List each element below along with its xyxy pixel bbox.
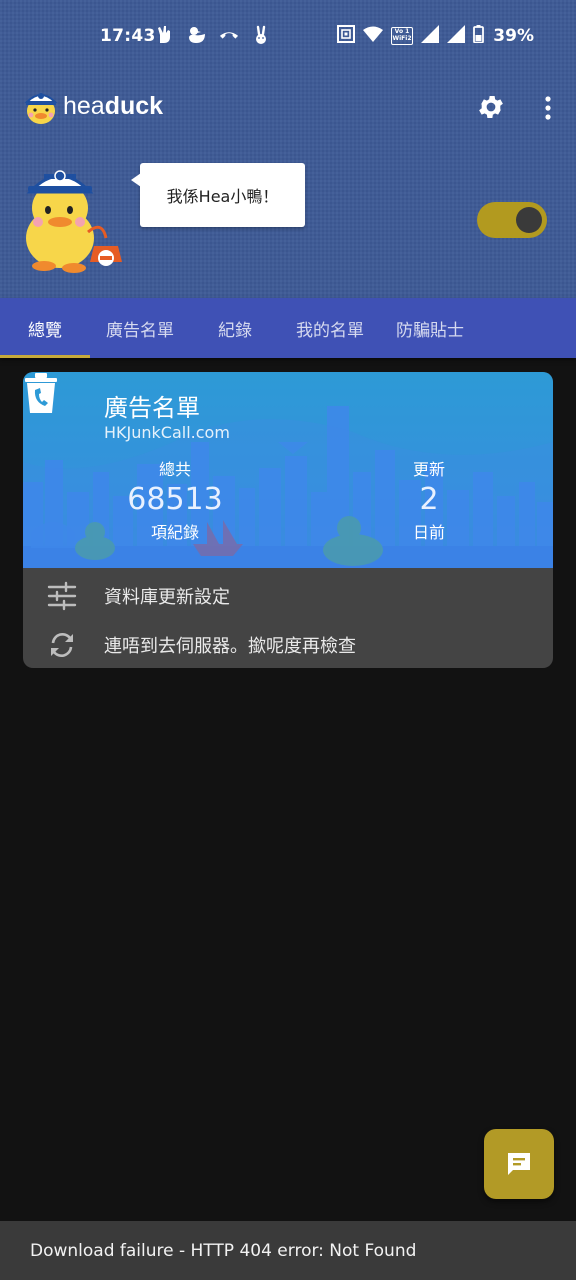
total-label: 總共 xyxy=(158,460,191,479)
app-title-bold: duck xyxy=(104,92,164,120)
tab-label: 總覽 xyxy=(28,320,62,341)
duck-logo-icon xyxy=(24,93,58,124)
phone-hangup-icon xyxy=(219,25,239,45)
sliders-icon xyxy=(47,581,77,611)
tab-ad-list[interactable]: 廣告名單 xyxy=(90,298,190,358)
tab-label: 我的名單 xyxy=(296,320,364,341)
protection-toggle[interactable] xyxy=(477,202,547,238)
tab-label: 紀錄 xyxy=(218,320,252,341)
vowifi-label-top: Vo 1 xyxy=(394,28,410,35)
settings-gear-icon[interactable] xyxy=(476,92,506,122)
battery-percent: 39% xyxy=(493,26,534,46)
feedback-icon xyxy=(508,1153,530,1175)
system-icons: Vo 1 WiFi2 xyxy=(337,25,484,47)
app-bar: headuck xyxy=(0,80,576,136)
total-value: 68513 xyxy=(127,482,223,517)
notification-icons xyxy=(155,25,271,45)
vowifi-label-bottom: WiFi2 xyxy=(392,35,412,42)
signal-icon xyxy=(421,25,439,47)
total-records-stat: 總共 68513 項紀錄 xyxy=(123,456,227,543)
update-value: 2 xyxy=(419,482,439,517)
row-label: 連唔到去伺服器。撳呢度再檢查 xyxy=(104,636,356,657)
server-connection-retry[interactable]: 連唔到去伺服器。撳呢度再檢查 xyxy=(23,621,553,668)
duck-icon xyxy=(187,25,207,45)
total-unit: 項紀錄 xyxy=(150,523,199,542)
rabbit-icon xyxy=(251,25,271,45)
database-update-settings[interactable]: 資料庫更新設定 xyxy=(23,572,553,620)
tab-records[interactable]: 紀錄 xyxy=(190,298,280,358)
row-label: 資料庫更新設定 xyxy=(104,587,230,608)
last-update-stat: 更新 2 日前 xyxy=(399,456,459,543)
card-source: HKJunkCall.com xyxy=(104,423,230,442)
skyline-illustration xyxy=(23,406,553,568)
tab-label: 廣告名單 xyxy=(106,320,174,341)
signal-icon xyxy=(447,25,465,47)
tab-anti-scam-tips[interactable]: 防騙貼士 xyxy=(380,298,480,358)
tab-label: 防騙貼士 xyxy=(396,320,464,341)
tab-my-list[interactable]: 我的名單 xyxy=(280,298,380,358)
sync-icon xyxy=(51,633,73,657)
toggle-knob xyxy=(516,207,542,233)
snackbar-message: Download failure - HTTP 404 error: Not F… xyxy=(30,1240,417,1261)
app-title: headuck xyxy=(63,92,163,121)
more-options-icon[interactable] xyxy=(536,94,560,122)
update-unit: 日前 xyxy=(412,523,445,542)
ad-list-card: 廣告名單 HKJunkCall.com 總共 68513 項紀錄 更新 2 日前… xyxy=(23,372,553,668)
speech-bubble: 我係Hea小鴨！ xyxy=(131,163,305,227)
junk-call-bin-icon xyxy=(25,373,57,413)
duck-mascot-icon xyxy=(26,170,122,273)
update-label: 更新 xyxy=(412,460,445,479)
vowifi-icon: Vo 1 WiFi2 xyxy=(391,27,413,45)
feedback-fab[interactable] xyxy=(484,1129,554,1199)
status-bar: 17:43 Vo 1 WiFi2 39% xyxy=(0,0,576,72)
peace-hand-icon xyxy=(155,25,175,45)
battery-icon xyxy=(473,25,484,47)
card-title: 廣告名單 xyxy=(104,394,200,422)
wifi-icon xyxy=(363,26,383,46)
nfc-icon xyxy=(337,25,355,47)
tab-bar: 總覽 廣告名單 紀錄 我的名單 防騙貼士 xyxy=(0,298,576,358)
app-title-light: hea xyxy=(63,92,105,120)
status-time: 17:43 xyxy=(100,26,156,46)
card-banner: 廣告名單 HKJunkCall.com 總共 68513 項紀錄 更新 2 日前 xyxy=(23,372,553,568)
header-area: 17:43 Vo 1 WiFi2 39% headuck 我係Hea小鴨！ xyxy=(0,0,576,298)
tab-overview[interactable]: 總覽 xyxy=(0,298,90,358)
snackbar: Download failure - HTTP 404 error: Not F… xyxy=(0,1221,576,1280)
